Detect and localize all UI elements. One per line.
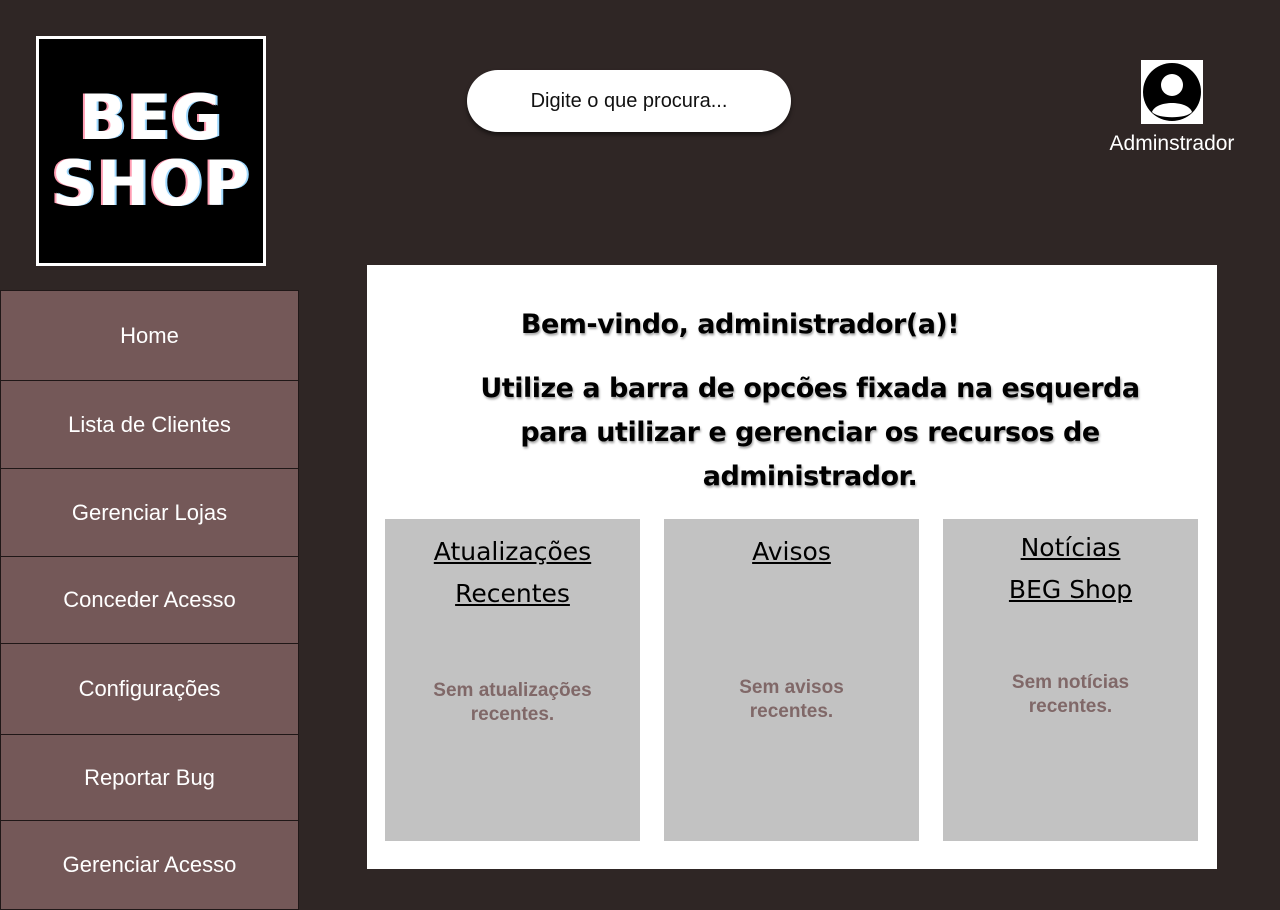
user-name[interactable]: Adminstrador [1100,132,1244,156]
logo-line-2: SHOP [51,147,251,220]
sidebar-item-label: Reportar Bug [84,764,215,790]
brand-logo-text: BEG SHOP [52,85,251,217]
card-body-noticias: Sem notícias recentes. [1011,672,1130,717]
sidebar-item-gerenciar-acesso[interactable]: Gerenciar Acesso [0,821,299,910]
card-body-avisos: Sem avisos recentes. [739,677,844,722]
sidebar-item-configuracoes[interactable]: Configurações [0,644,299,735]
card-body-atualizacoes: Sem atualizações recentes. [433,680,592,725]
user-menu[interactable]: Adminstrador [1100,60,1244,156]
card-noticias: Notícias BEG Shop Sem notícias recentes. [943,519,1198,841]
welcome-heading: Bem-vindo, administrador(a)! [520,309,960,340]
search-input[interactable] [467,70,791,132]
sidebar-item-label: Gerenciar Acesso [62,852,237,877]
logo-line-1: BEG [79,81,223,154]
card-title-avisos[interactable]: Avisos [664,531,919,573]
sidebar-item-conceder-acesso[interactable]: Conceder Acesso [0,557,299,644]
sidebar-item-label: Configurações [78,676,221,701]
sidebar-item-home[interactable]: Home [0,290,299,381]
sidebar-item-gerenciar-lojas[interactable]: Gerenciar Lojas [0,469,299,557]
sidebar-item-reportar-bug[interactable]: Reportar Bug [0,735,299,821]
sidebar-item-label: Lista de Clientes [68,411,231,437]
instructions-text: Utilize a barra de opcões fixada na esqu… [480,373,1140,492]
main-panel: Bem-vindo, administrador(a)! Utilize a b… [367,265,1217,869]
sidebar-item-label: Home [120,322,179,348]
sidebar-nav: Home Lista de Clientes Gerenciar Lojas C… [0,290,299,910]
brand-logo[interactable]: BEG SHOP [36,36,266,266]
user-avatar-icon[interactable] [1141,60,1203,124]
sidebar-item-label: Gerenciar Lojas [71,499,228,525]
sidebar-item-label: Conceder Acesso [63,587,236,612]
card-atualizacoes: Atualizações Recentes Sem atualizações r… [385,519,640,841]
card-title-noticias[interactable]: Notícias BEG Shop [943,527,1198,611]
card-avisos: Avisos Sem avisos recentes. [664,519,919,841]
sidebar-item-lista-de-clientes[interactable]: Lista de Clientes [0,381,299,469]
card-title-atualizacoes[interactable]: Atualizações Recentes [385,531,640,615]
